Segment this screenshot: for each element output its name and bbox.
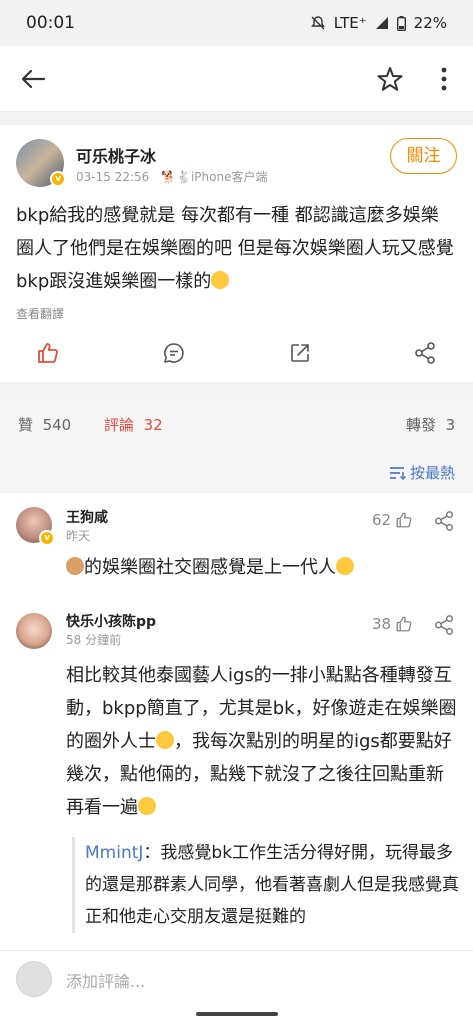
tab-comments[interactable]: 評論 32 [104, 414, 163, 435]
reply-preview[interactable]: MmintJ：我感覺bk工作生活分得好開，玩得最多的還是那群素人同學，他看著喜劇… [72, 837, 467, 933]
share-icon[interactable] [413, 341, 437, 365]
network-type: LTE⁺ [333, 14, 367, 32]
status-bar: 00:01 LTE⁺ 22% [0, 0, 473, 46]
comment-input-bar: 添加評論... [0, 950, 473, 1006]
more-vertical-icon[interactable] [432, 64, 456, 94]
battery-level: 22% [413, 14, 447, 32]
tab-reposts-label: 轉發 [406, 416, 437, 434]
sort-icon [390, 466, 406, 480]
tab-reposts[interactable]: 轉發 3 [406, 414, 455, 435]
tab-reposts-count: 3 [445, 416, 456, 434]
section-divider [0, 382, 473, 398]
thumb-up-icon [396, 616, 412, 632]
like-thumb-icon[interactable] [36, 341, 60, 365]
back-arrow-icon[interactable] [18, 64, 48, 94]
post-card: v 可乐桃子冰 03-15 22:56 🐕🐇iPhone客户端 關注 bkp給我… [0, 125, 473, 382]
post-body: bkp給我的感覺就是 每次都有一種 都認識這麼多娛樂圈人了他們是在娛樂圈的吧 但… [16, 205, 454, 292]
section-divider [0, 112, 473, 125]
dog-emoji-icon [66, 557, 84, 575]
share-icon[interactable] [433, 614, 455, 636]
reply-author[interactable]: MmintJ [85, 843, 143, 863]
comment-time: 58 分鐘前 [66, 633, 122, 647]
status-icons: LTE⁺ 22% [310, 14, 447, 32]
comment-text: 相比較其他泰國藝人igs的一排小點點各種轉發互動，bkpp簡直了，尤其是bk，好… [66, 659, 461, 824]
sort-button[interactable]: 按最熱 [388, 462, 455, 483]
post-actions [0, 337, 473, 371]
tab-comments-count: 32 [143, 416, 163, 434]
battery-icon [396, 15, 406, 31]
star-icon[interactable] [375, 64, 405, 94]
verified-badge-icon: v [50, 171, 66, 187]
translate-link[interactable]: 查看翻譯 [16, 305, 64, 322]
laughing-tears-emoji-icon [156, 731, 174, 749]
tab-likes-label: 贊 [18, 416, 34, 434]
sort-bar: 按最熱 [0, 448, 473, 493]
status-time: 00:01 [26, 13, 75, 33]
author-name[interactable]: 可乐桃子冰 [76, 143, 156, 167]
comment-item: v 王狗咸 昨天 62 的娛樂圈社交圈感覺是上一代人 [0, 493, 473, 597]
comment-text: 的娛樂圈社交圈感覺是上一代人 [66, 551, 461, 584]
gesture-nav-handle[interactable] [196, 1012, 278, 1016]
comment-like-count: 38 [372, 615, 392, 633]
post-meta: 03-15 22:56 🐕🐇iPhone客户端 [76, 168, 267, 185]
laughing-tears-emoji-icon [336, 557, 354, 575]
user-avatar [16, 961, 52, 997]
commenter-name[interactable]: 王狗咸 [66, 507, 108, 527]
tab-likes[interactable]: 贊 540 [18, 414, 71, 435]
laughing-tears-emoji-icon [211, 271, 230, 289]
comment-like-button[interactable]: 38 [372, 615, 413, 633]
tab-likes-count: 540 [42, 416, 72, 434]
share-icon[interactable] [433, 510, 455, 532]
comment-body: 的娛樂圈社交圈感覺是上一代人 [84, 557, 336, 578]
top-app-bar [0, 46, 473, 112]
comment-like-count: 62 [372, 511, 392, 529]
sort-label: 按最熱 [410, 464, 456, 482]
comment-input[interactable]: 添加評論... [66, 968, 145, 992]
comment-time: 昨天 [66, 529, 91, 543]
comment-icon[interactable] [162, 341, 186, 365]
commenter-name[interactable]: 快乐小孩陈pp [66, 611, 156, 631]
follow-button[interactable]: 關注 [390, 138, 457, 174]
comment-item: 快乐小孩陈pp 58 分鐘前 38 相比較其他泰國藝人igs的一排小點點各種轉發… [0, 597, 473, 950]
commenter-avatar[interactable] [16, 613, 52, 649]
thumb-up-icon [396, 512, 412, 528]
post-source: 🐕🐇iPhone客户端 [161, 170, 268, 184]
post-text: bkp給我的感覺就是 每次都有一種 都認識這麼多娛樂圈人了他們是在娛樂圈的吧 但… [16, 199, 456, 298]
comment-like-button[interactable]: 62 [372, 511, 413, 529]
mute-icon [310, 16, 325, 30]
signal-icon [375, 17, 388, 29]
interaction-tabs: 贊 540 評論 32 轉發 3 [0, 398, 473, 448]
verified-badge-icon: v [39, 530, 55, 546]
tab-comments-label: 評論 [104, 416, 135, 434]
repost-icon[interactable] [288, 341, 312, 365]
post-time: 03-15 22:56 [76, 170, 150, 184]
screaming-face-emoji-icon [138, 797, 156, 815]
